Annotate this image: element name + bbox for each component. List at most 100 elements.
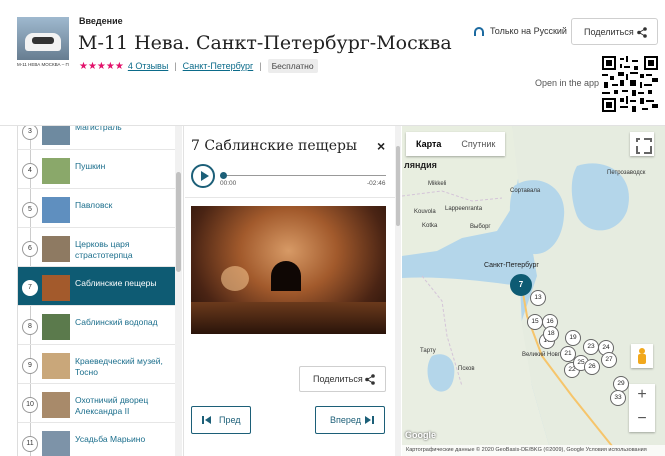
stop-item-3[interactable]: 3 Магистраль xyxy=(18,126,175,150)
map-pin-33[interactable]: 33 xyxy=(610,390,626,406)
stop-item-4[interactable]: 4 Пушкин xyxy=(18,150,175,189)
stop-label: Павловск xyxy=(75,200,113,210)
map-pin-23[interactable]: 23 xyxy=(583,339,599,355)
stop-item-6[interactable]: 6 Церковь царя страстотерпца xyxy=(18,228,175,267)
stop-item-11[interactable]: 11 Усадьба Марьино xyxy=(18,423,175,456)
share-label: Поделиться xyxy=(584,26,634,37)
google-logo: Google xyxy=(405,430,436,440)
audio-time-current: 00:00 xyxy=(220,180,237,187)
audio-time-remaining: -02:46 xyxy=(367,180,386,187)
play-button[interactable] xyxy=(191,164,215,188)
map-label-kouvola: Kouvola xyxy=(414,209,436,215)
map-pin-19[interactable]: 19 xyxy=(565,330,581,346)
fullscreen-button[interactable] xyxy=(630,132,654,156)
stop-thumbnail xyxy=(42,197,70,223)
stop-number: 6 xyxy=(22,241,38,257)
share-button[interactable]: Поделиться xyxy=(571,18,658,45)
stop-number: 11 xyxy=(22,436,38,452)
stop-thumbnail xyxy=(42,431,70,456)
tour-cover-image[interactable]: М-11 НЕВА МОСКВА – ПЕТЕ xyxy=(17,17,69,70)
stop-label: Саблинские пещеры xyxy=(75,278,157,288)
stop-label: Краеведческий музей, Тосно xyxy=(75,356,163,377)
stop-number: 9 xyxy=(22,358,38,374)
audio-progress-track[interactable] xyxy=(220,175,386,176)
cave-floor xyxy=(191,302,386,334)
stop-label: Пушкин xyxy=(75,161,106,171)
map-pin-18[interactable]: 18 xyxy=(543,326,559,342)
meta-separator: | xyxy=(174,61,177,71)
stop-number: 10 xyxy=(22,397,38,413)
close-icon[interactable]: × xyxy=(377,138,385,154)
stop-number: 7 xyxy=(22,280,38,296)
stop-label: Саблинский водопад xyxy=(75,317,158,327)
section-label: Введение xyxy=(79,16,123,26)
app-page: М-11 НЕВА МОСКВА – ПЕТЕ Введение М-11 Не… xyxy=(0,0,665,456)
map-label-petrozavodsk: Петрозаводск xyxy=(607,170,646,176)
stop-thumbnail xyxy=(42,126,70,145)
map-label-mikkeli: Mikkeli xyxy=(428,181,447,187)
map-label-spb: Санкт-Петербург xyxy=(484,262,539,269)
tab-map[interactable]: Карта xyxy=(406,132,451,156)
tour-header: М-11 НЕВА МОСКВА – ПЕТЕ Введение М-11 Не… xyxy=(0,0,665,126)
tour-title: М-11 Нева. Санкт-Петербург-Москва xyxy=(78,32,452,54)
detail-scroll-thumb[interactable] xyxy=(396,146,400,226)
map-label-lappeenranta: Lappeenranta xyxy=(445,206,483,212)
stop-photo[interactable] xyxy=(191,206,386,334)
zoom-control: + − xyxy=(629,384,655,432)
city-link[interactable]: Санкт-Петербург xyxy=(183,61,254,71)
skip-forward-icon xyxy=(365,416,374,424)
cave-light xyxy=(221,266,249,291)
stop-list: 3 Магистраль 4 Пушкин 5 Павловск 6 Церковь царя… xyxy=(17,126,175,456)
map-label-tartu: Тарту xyxy=(420,348,436,354)
map-attribution: Картографические данные © 2020 GeoBasis-… xyxy=(402,445,665,456)
map-label-vyborg: Выборг xyxy=(470,224,491,230)
map-pin-27[interactable]: 27 xyxy=(601,352,617,368)
stop-number: 8 xyxy=(22,319,38,335)
price-badge: Бесплатно xyxy=(267,59,318,73)
map-pin-7[interactable]: 7 xyxy=(510,274,532,296)
map-pin-26[interactable]: 26 xyxy=(584,359,600,375)
stop-item-8[interactable]: 8 Саблинский водопад xyxy=(18,306,175,345)
share-icon xyxy=(365,374,375,385)
qr-code[interactable] xyxy=(602,56,658,112)
map-label-sortavala: Сортавала xyxy=(510,188,541,194)
stop-thumbnail xyxy=(42,275,70,301)
stop-number: 5 xyxy=(22,202,38,218)
next-stop-button[interactable]: Вперед xyxy=(315,406,385,434)
cave-arch xyxy=(271,261,301,291)
stop-share-label: Поделиться xyxy=(313,374,363,384)
map-pin-15[interactable]: 15 xyxy=(527,314,543,330)
stop-thumbnail xyxy=(42,236,70,262)
stop-item-7[interactable]: 7 Саблинские пещеры xyxy=(18,267,175,306)
prev-label: Пред xyxy=(219,415,241,425)
stop-label: Охотничий дворец Александра II xyxy=(75,395,149,416)
stop-item-5[interactable]: 5 Павловск xyxy=(18,189,175,228)
stop-title: 7 Саблинские пещеры xyxy=(191,138,358,154)
stop-thumbnail xyxy=(42,158,70,184)
stop-thumbnail xyxy=(42,353,70,379)
zoom-out-button[interactable]: − xyxy=(629,408,655,432)
open-in-app-label: Open in the app xyxy=(535,78,600,88)
stop-item-10[interactable]: 10 Охотничий дворец Александра II xyxy=(18,384,175,423)
stop-list-scroll-thumb[interactable] xyxy=(176,172,181,272)
map-label-finland: ляндия xyxy=(404,160,437,170)
street-view-pegman-icon[interactable] xyxy=(631,344,653,368)
stop-item-9[interactable]: 9 Краеведческий музей, Тосно xyxy=(18,345,175,384)
reviews-link[interactable]: 4 Отзывы xyxy=(128,61,168,71)
share-icon xyxy=(637,27,647,38)
fullscreen-icon xyxy=(632,142,652,146)
prev-stop-button[interactable]: Пред xyxy=(191,406,251,434)
audio-progress-handle[interactable] xyxy=(220,172,227,179)
route-map[interactable]: ляндия Mikkeli Lappeenranta Kouvola Kotk… xyxy=(402,126,665,456)
skip-back-icon xyxy=(202,416,211,424)
meta-separator: | xyxy=(259,61,262,71)
divider xyxy=(185,197,395,198)
zoom-in-button[interactable]: + xyxy=(629,384,655,408)
map-pin-13[interactable]: 13 xyxy=(530,290,546,306)
stop-share-button[interactable]: Поделиться xyxy=(299,366,386,392)
stop-number: 3 xyxy=(22,126,38,140)
rating-stars: ★★★★★ xyxy=(79,60,124,72)
tour-meta: ★★★★★ 4 Отзывы | Санкт-Петербург | Беспл… xyxy=(79,59,318,73)
stop-label: Магистраль xyxy=(75,126,122,132)
tab-satellite[interactable]: Спутник xyxy=(451,132,505,156)
